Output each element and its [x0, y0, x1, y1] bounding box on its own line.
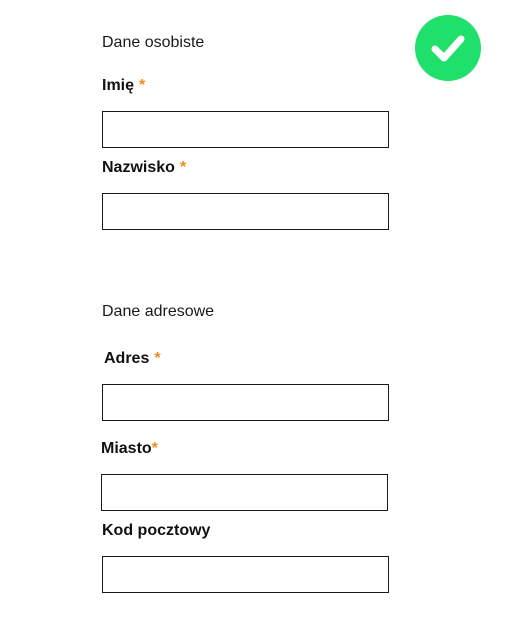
street-label-text: Adres	[104, 350, 150, 367]
city-label: Miasto*	[101, 440, 158, 458]
check-icon	[431, 35, 465, 62]
street-input[interactable]	[102, 384, 389, 421]
postal-code-label: Kod pocztowy	[102, 522, 211, 539]
required-marker: *	[179, 159, 187, 176]
personal-section-heading: Dane osobiste	[102, 34, 205, 51]
last-name-label-text: Nazwisko	[102, 159, 175, 176]
address-section-heading: Dane adresowe	[102, 303, 215, 320]
last-name-input[interactable]	[102, 193, 389, 230]
required-marker: *	[154, 350, 161, 367]
city-input[interactable]	[101, 474, 388, 511]
required-marker: *	[151, 440, 158, 457]
postal-code-input[interactable]	[102, 556, 389, 593]
city-label-text: Miasto	[101, 440, 152, 457]
street-label: Adres *	[104, 350, 161, 368]
first-name-input[interactable]	[102, 111, 389, 148]
first-name-label-text: Imię	[102, 77, 135, 94]
last-name-label: Nazwisko *	[102, 159, 186, 177]
first-name-label: Imię *	[102, 77, 145, 95]
required-marker: *	[139, 77, 146, 94]
success-badge	[415, 15, 481, 81]
